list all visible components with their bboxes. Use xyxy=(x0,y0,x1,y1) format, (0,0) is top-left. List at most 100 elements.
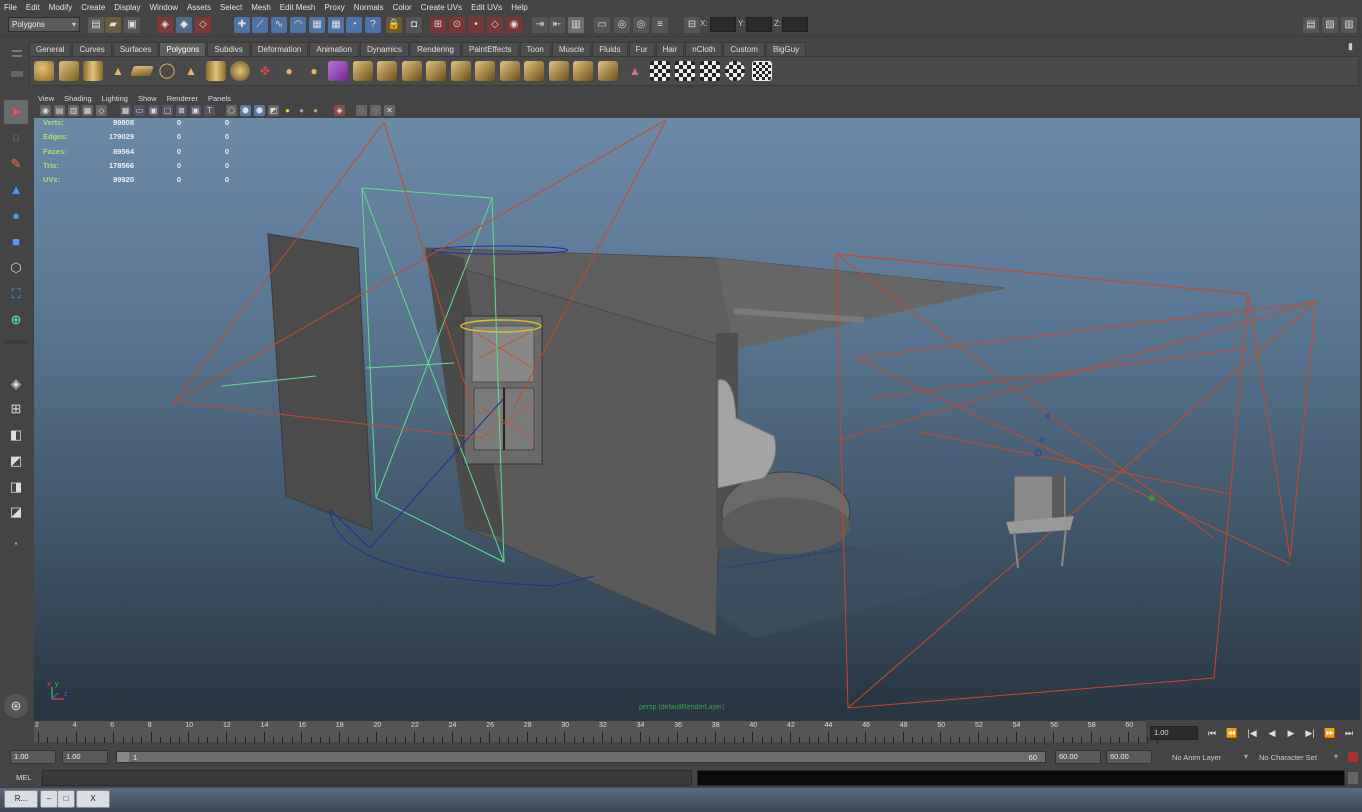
menu-edit-mesh[interactable]: Edit Mesh xyxy=(280,3,316,12)
wedge-face-icon[interactable] xyxy=(598,61,618,81)
spherical-mapping-icon[interactable] xyxy=(700,61,720,81)
channel-box-icon[interactable]: ▥ xyxy=(1341,17,1357,33)
select-dynamics-icon[interactable]: ▦ xyxy=(328,17,344,33)
select-surface-icon[interactable]: ◠ xyxy=(290,17,306,33)
gate-mask-icon[interactable]: ▢ xyxy=(162,105,173,116)
ipr-render-icon[interactable]: ◎ xyxy=(633,17,649,33)
panel-menu-show[interactable]: Show xyxy=(138,94,157,103)
tab-painteffects[interactable]: PaintEffects xyxy=(461,42,519,56)
tab-fur[interactable]: Fur xyxy=(628,42,655,56)
tab-polygons[interactable]: Polygons xyxy=(159,42,207,56)
panel-menu-lighting[interactable]: Lighting xyxy=(102,94,128,103)
high-quality-icon[interactable]: ● xyxy=(310,105,321,116)
tab-deformation[interactable]: Deformation xyxy=(250,42,309,56)
separate-icon[interactable]: ● xyxy=(279,61,299,81)
xray-icon[interactable]: ◌ xyxy=(356,105,367,116)
poly-prism-icon[interactable]: ▲ xyxy=(181,61,201,81)
offset-edge-loop-icon[interactable] xyxy=(500,61,520,81)
snap-curve-icon[interactable]: ⊙ xyxy=(449,17,465,33)
xray-components-icon[interactable]: ✕ xyxy=(384,105,395,116)
scale-tool-icon[interactable]: ■ xyxy=(4,230,28,254)
menu-create[interactable]: Create xyxy=(81,3,105,12)
tab-toon[interactable]: Toon xyxy=(519,42,551,56)
output-ops-icon[interactable]: ⇤ xyxy=(549,17,565,33)
select-deformation-icon[interactable]: ▦ xyxy=(309,17,325,33)
shadows-icon[interactable]: ● xyxy=(296,105,307,116)
menu-display[interactable]: Display xyxy=(114,3,140,12)
poly-plane-icon[interactable] xyxy=(130,66,154,76)
step-back-key-icon[interactable]: ⏪ xyxy=(1224,727,1240,739)
select-curve-icon[interactable]: ∿ xyxy=(271,17,287,33)
poly-cylinder-icon[interactable] xyxy=(83,61,103,81)
film-gate-icon[interactable]: ▭ xyxy=(134,105,145,116)
single-perspective-layout-icon[interactable]: ◈ xyxy=(4,372,28,396)
range-slider-handle[interactable] xyxy=(117,752,129,762)
menu-file[interactable]: File xyxy=(4,3,17,12)
tab-rendering[interactable]: Rendering xyxy=(410,42,461,56)
menu-modify[interactable]: Modify xyxy=(49,3,73,12)
hypershade-persp-layout-icon[interactable]: ◨ xyxy=(4,475,28,499)
wireframe-icon[interactable]: ⬡ xyxy=(226,105,237,116)
x-field[interactable] xyxy=(710,17,736,32)
attribute-editor-icon[interactable]: ▤ xyxy=(1303,17,1319,33)
tab-general[interactable]: General xyxy=(29,42,72,56)
auto-key-icon[interactable] xyxy=(1348,752,1358,762)
resolution-gate-icon[interactable]: ▣ xyxy=(148,105,159,116)
insert-edge-loop-icon[interactable] xyxy=(475,61,495,81)
xray-joints-icon[interactable]: ◌ xyxy=(370,105,381,116)
smooth-icon[interactable] xyxy=(328,61,348,81)
render-view-icon[interactable]: ▭ xyxy=(594,17,610,33)
panel-menu-shading[interactable]: Shading xyxy=(64,94,92,103)
four-view-layout-icon[interactable]: ⊞ xyxy=(4,397,28,421)
command-input[interactable] xyxy=(42,770,692,786)
menu-assets[interactable]: Assets xyxy=(187,3,211,12)
extrude-icon[interactable] xyxy=(377,61,397,81)
panel-menu-view[interactable]: View xyxy=(38,94,54,103)
textured-icon[interactable]: ◩ xyxy=(268,105,279,116)
panel-menu-renderer[interactable]: Renderer xyxy=(167,94,198,103)
image-plane-icon[interactable]: ▦ xyxy=(82,105,93,116)
go-to-start-icon[interactable]: ⏮ xyxy=(1204,727,1220,739)
menu-window[interactable]: Window xyxy=(150,3,178,12)
shelf-handle[interactable] xyxy=(10,42,24,82)
poly-cube-icon[interactable] xyxy=(59,61,79,81)
input-ops-icon[interactable]: ⇥ xyxy=(532,17,548,33)
tab-animation[interactable]: Animation xyxy=(309,42,359,56)
render-settings-icon[interactable]: ≡ xyxy=(652,17,668,33)
split-polygon-icon[interactable] xyxy=(451,61,471,81)
universal-manipulator-icon[interactable]: ⬡ xyxy=(4,256,28,280)
persp-outliner-layout-icon[interactable]: ◧ xyxy=(4,423,28,447)
append-polygon-icon[interactable] xyxy=(426,61,446,81)
poly-torus-icon[interactable]: ◯ xyxy=(157,61,177,81)
shelf-options-icon[interactable]: ▮ xyxy=(1348,41,1358,53)
persp-graph-layout-icon[interactable]: ◩ xyxy=(4,449,28,473)
z-field[interactable] xyxy=(782,17,808,32)
perspective-viewport[interactable]: Verts: 89808 0 0 Edges: 179029 0 0 Faces… xyxy=(34,118,1360,720)
start-time-field[interactable]: 1.00 xyxy=(10,750,56,764)
select-by-object-icon[interactable]: ◆ xyxy=(176,17,192,33)
menu-edit-uvs[interactable]: Edit UVs xyxy=(471,3,502,12)
make-live-icon[interactable]: ◉ xyxy=(506,17,522,33)
menu-set-dropdown[interactable]: Polygons ▾ xyxy=(8,17,80,32)
tool-settings-icon[interactable]: ▧ xyxy=(1322,17,1338,33)
tab-bigguy[interactable]: BigGuy xyxy=(765,42,807,56)
render-frame-icon[interactable]: ◎ xyxy=(614,17,630,33)
safe-action-icon[interactable]: ▣ xyxy=(190,105,201,116)
menu-select[interactable]: Select xyxy=(220,3,242,12)
y-field[interactable] xyxy=(746,17,772,32)
input-box-icon[interactable]: ⊟ xyxy=(684,17,700,33)
playback-end-field[interactable]: 60.00 xyxy=(1055,750,1101,764)
select-handle-icon[interactable]: ✚ xyxy=(234,17,250,33)
poly-sphere-icon[interactable] xyxy=(34,61,54,81)
combine-icon[interactable]: ✤ xyxy=(255,61,275,81)
tab-muscle[interactable]: Muscle xyxy=(551,42,592,56)
soft-modification-icon[interactable]: ⛶ xyxy=(4,282,28,306)
sculpt-icon[interactable]: ▲ xyxy=(625,61,645,81)
playback-start-field[interactable]: 1.00 xyxy=(62,750,108,764)
wireframe-on-shaded-icon[interactable]: ⬢ xyxy=(254,105,265,116)
tab-subdivs[interactable]: Subdivs xyxy=(207,42,250,56)
paint-select-tool-icon[interactable]: ✎ xyxy=(4,152,28,176)
menu-help[interactable]: Help xyxy=(511,3,527,12)
tab-surfaces[interactable]: Surfaces xyxy=(112,42,159,56)
merge-icon[interactable] xyxy=(524,61,544,81)
